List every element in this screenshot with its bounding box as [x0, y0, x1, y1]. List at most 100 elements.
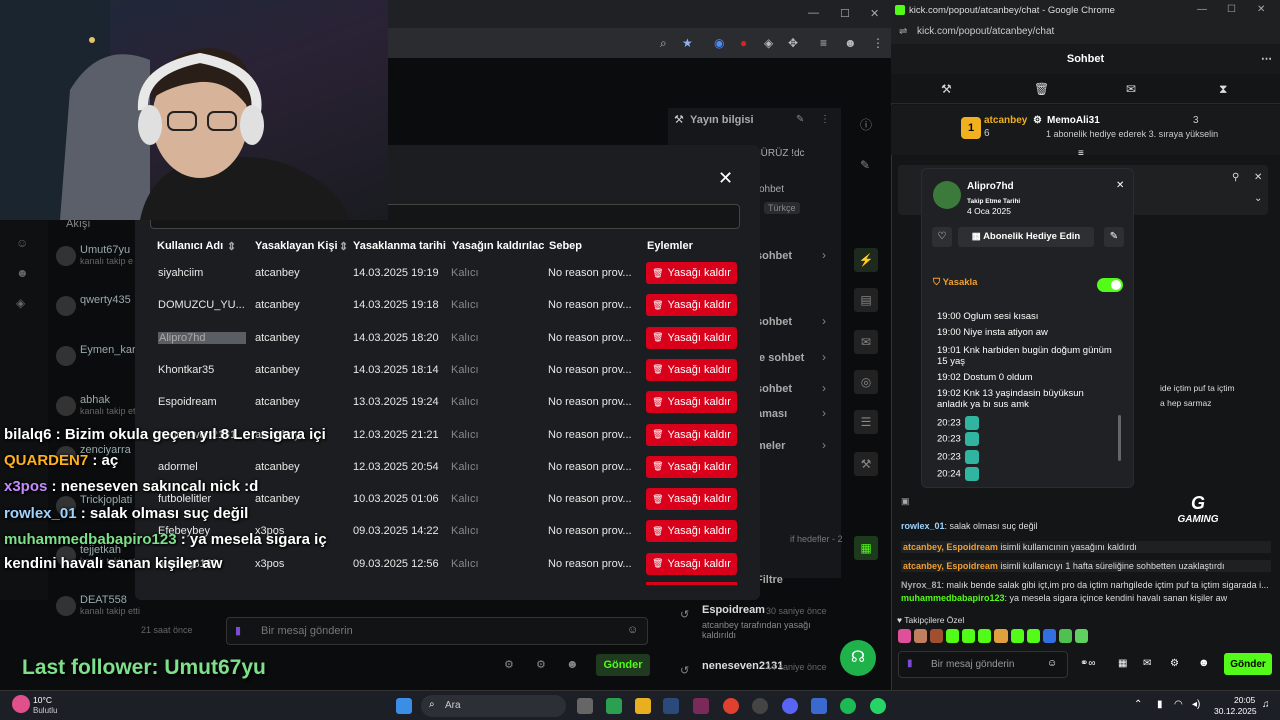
chat-user[interactable]: Nyrox_81: [901, 580, 942, 590]
mic-icon[interactable]: ▮: [907, 658, 913, 669]
chevron-down-icon[interactable]: ⌄: [1254, 193, 1262, 204]
chat-user[interactable]: muhammedbabapiro123: [901, 593, 1005, 603]
maximize-icon[interactable]: ☐: [840, 7, 850, 20]
info-icon[interactable]: ⓘ: [860, 116, 872, 133]
unban-button[interactable]: 🗑 Yasağı kaldır: [646, 552, 737, 575]
users-icon[interactable]: ☻: [16, 266, 29, 280]
chrome-icon[interactable]: [723, 698, 739, 714]
mic-icon[interactable]: ▮: [1157, 699, 1163, 710]
weather-icon[interactable]: [12, 695, 30, 713]
ban-toggle[interactable]: [1097, 278, 1123, 292]
unban-button[interactable]: 🗑 Yasağı kaldır: [646, 262, 737, 284]
chevron-up-icon[interactable]: ⌃: [1134, 699, 1142, 710]
wifi-icon[interactable]: ◠: [1174, 699, 1183, 710]
row-username[interactable]: Espoidream: [158, 396, 246, 408]
chat-settings-icon[interactable]: ⚙: [504, 658, 514, 671]
side-user[interactable]: DEAT558 kanalı takip etti: [80, 594, 140, 616]
zoom-icon[interactable]: ⌕: [660, 36, 667, 51]
minimize-icon[interactable]: —: [808, 7, 819, 19]
hourglass-icon[interactable]: ⧗: [1219, 82, 1227, 97]
emote[interactable]: [978, 629, 992, 643]
chevron-right-icon[interactable]: ›: [822, 381, 826, 395]
pencil-icon[interactable]: ✎: [860, 158, 870, 172]
chat-user[interactable]: atcanbey, Espoidream: [903, 561, 998, 571]
column-ban-date[interactable]: Yasaklanma tarihi: [353, 240, 446, 252]
clock-time[interactable]: 20:05: [1234, 695, 1255, 705]
bolt-icon[interactable]: ⚡: [854, 248, 878, 272]
mod-icon[interactable]: ✎: [1104, 227, 1124, 247]
emote-icon[interactable]: ☻: [566, 657, 579, 671]
emoji-icon[interactable]: ☺: [1047, 658, 1057, 669]
menu-icon[interactable]: ⋮: [872, 36, 884, 50]
second-user[interactable]: MemoAli31: [1047, 115, 1100, 126]
chart-icon[interactable]: ▦: [854, 536, 878, 560]
extension-youtube-icon[interactable]: ●: [740, 36, 747, 50]
close-icon[interactable]: ✕: [718, 168, 733, 189]
spotify-icon[interactable]: [840, 698, 856, 714]
clock-date[interactable]: 30.12.2025: [1214, 706, 1257, 716]
maximize-icon[interactable]: ☐: [1227, 4, 1236, 15]
heart-icon[interactable]: ♡: [932, 227, 952, 247]
broadcast-icon[interactable]: ◎: [854, 370, 878, 394]
row-username[interactable]: siyahciim: [158, 267, 246, 279]
emote[interactable]: [1042, 629, 1056, 643]
store-icon[interactable]: ▦: [1118, 658, 1127, 669]
list-icon[interactable]: ☰: [854, 410, 878, 434]
card-username[interactable]: Alipro7hd: [967, 181, 1014, 192]
side-user[interactable]: Umut67yu kanalı takip e: [80, 244, 133, 266]
collapse-icon[interactable]: ≡: [1078, 148, 1084, 159]
extension-audio-icon[interactable]: ◉: [714, 36, 724, 50]
sort-icon[interactable]: ⇕: [339, 240, 348, 253]
pin-icon[interactable]: ⚲: [1232, 172, 1239, 183]
shield-icon[interactable]: ◈: [16, 296, 25, 310]
leader-user[interactable]: atcanbey: [984, 115, 1027, 126]
steam-icon[interactable]: [663, 698, 679, 714]
more-icon[interactable]: ⋯: [1261, 52, 1272, 65]
unban-button[interactable]: 🗑 Yasağı kaldır: [646, 358, 737, 381]
chevron-right-icon[interactable]: ›: [822, 314, 826, 328]
emote[interactable]: [898, 629, 912, 643]
emote[interactable]: [962, 629, 976, 643]
row-username[interactable]: DOMUZCU_YU...: [158, 299, 246, 311]
emote[interactable]: [1010, 629, 1024, 643]
unban-button[interactable]: 🗑 Yasağı kaldır: [646, 326, 737, 349]
emote[interactable]: [946, 629, 960, 643]
unban-button[interactable]: 🗑 Yasağı kaldır: [646, 423, 737, 446]
volume-icon[interactable]: ◂): [1192, 699, 1200, 710]
bookmark-star-icon[interactable]: ★: [682, 36, 693, 50]
taskbar-search[interactable]: ⌕ Ara: [421, 695, 566, 717]
support-headset-icon[interactable]: ☊: [840, 640, 876, 676]
app-icon[interactable]: [811, 698, 827, 714]
column-reason[interactable]: Sebep: [549, 240, 582, 252]
unban-button[interactable]: 🗑 Yasağı kaldır: [646, 294, 737, 317]
settings-menu-item[interactable]: sohbet: [756, 383, 792, 395]
side-user[interactable]: qwerty435: [80, 294, 131, 306]
settings-menu-item[interactable]: aması: [756, 408, 787, 420]
chat-user[interactable]: rowlex_01: [901, 521, 945, 531]
close-icon[interactable]: ✕: [1116, 180, 1124, 191]
hammer-icon[interactable]: ⚒: [941, 82, 952, 96]
chat-input[interactable]: ▮ Bir mesaj gönderin ☺: [898, 651, 1068, 678]
unban-button[interactable]: 🗑 Yasağı kaldır: [646, 520, 737, 543]
send-button[interactable]: Gönder: [1224, 653, 1272, 675]
close-icon[interactable]: ✕: [1254, 172, 1262, 183]
emote[interactable]: [914, 629, 928, 643]
whatsapp-icon[interactable]: [870, 698, 886, 714]
emoji-icon[interactable]: ☺: [627, 624, 638, 636]
task-view-icon[interactable]: [577, 698, 593, 714]
row-username[interactable]: adormel: [158, 461, 246, 473]
trash-icon[interactable]: 🗑: [1034, 82, 1049, 96]
chat-url-bar[interactable]: ⇌ kick.com/popout/atcanbey/chat: [891, 22, 1280, 44]
chevron-right-icon[interactable]: ›: [822, 438, 826, 452]
chat-user[interactable]: atcanbey, Espoidream: [903, 542, 998, 552]
sort-icon[interactable]: ⇕: [227, 240, 236, 253]
emote[interactable]: [1074, 629, 1088, 643]
close-icon[interactable]: ✕: [1257, 4, 1265, 15]
dashboard-send-button[interactable]: Gönder: [596, 654, 650, 676]
gift-sub-button[interactable]: ▦ Abonelik Hediye Edin: [958, 227, 1094, 247]
obs-icon[interactable]: [752, 698, 768, 714]
person-icon[interactable]: ☺: [16, 236, 28, 250]
wrench-icon[interactable]: ⚒: [854, 452, 878, 476]
folder-icon[interactable]: [635, 698, 651, 714]
profile-icon[interactable]: ☻: [844, 36, 857, 50]
